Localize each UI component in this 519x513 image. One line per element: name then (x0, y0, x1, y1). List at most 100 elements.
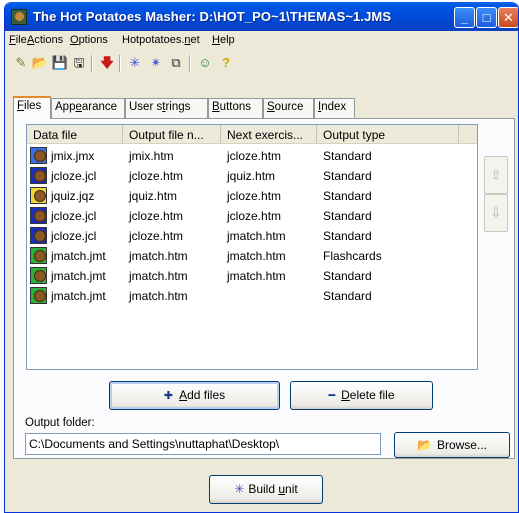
cell-type: Standard (323, 169, 372, 183)
potato-app-icon (11, 9, 27, 25)
table-row[interactable]: jquiz.jqz jquiz.htm jcloze.htm Standard (27, 186, 477, 206)
tab-user-strings[interactable]: User strings (125, 98, 208, 118)
cell-data-file: jcloze.jcl (51, 209, 97, 223)
add-files-button[interactable]: ✚ Add files (109, 381, 280, 410)
copy-icon[interactable]: ⧉ (166, 53, 186, 73)
cell-data-file: jcloze.jcl (51, 169, 97, 183)
close-button[interactable]: ✕ (498, 7, 518, 28)
list-header: Data file Output file n... Next exercis.… (27, 125, 477, 144)
minus-icon: ━ (328, 390, 336, 402)
toolbar-separator (119, 55, 121, 72)
bottom-bar: ✳ Build unit (5, 467, 518, 512)
cell-type: Standard (323, 149, 372, 163)
cell-output-file: jmix.htm (129, 149, 174, 163)
files-tab-panel: Data file Output file n... Next exercis.… (13, 118, 515, 459)
table-row[interactable]: jcloze.jcl jcloze.htm jmatch.htm Standard (27, 226, 477, 246)
browse-button[interactable]: 📂 Browse... (394, 432, 510, 458)
menu-options[interactable]: Options (70, 34, 108, 46)
potato-icon[interactable]: ☺ (195, 53, 215, 73)
cell-type: Standard (323, 209, 372, 223)
table-row[interactable]: jmatch.jmt jmatch.htm Standard (27, 286, 477, 306)
jmatch-file-icon (30, 287, 47, 304)
menu-actions[interactable]: Actions (27, 34, 63, 46)
cell-next: jquiz.htm (227, 169, 276, 183)
cell-output-file: jcloze.htm (129, 169, 184, 183)
menu-help[interactable]: Help (212, 34, 235, 46)
open-folder-icon[interactable]: 📂 (30, 53, 50, 73)
cell-type: Standard (323, 229, 372, 243)
menu-bar: File Actions Options Hotpotatoes.net Hel… (5, 31, 518, 50)
cell-type: Standard (323, 269, 372, 283)
jquiz-file-icon (30, 187, 47, 204)
jcloze-file-icon (30, 227, 47, 244)
app-window: The Hot Potatoes Masher: D:\HOT_PO~1\THE… (4, 2, 519, 513)
cell-output-file: jmatch.htm (129, 269, 188, 283)
table-row[interactable]: jmatch.jmt jmatch.htm jmatch.htm Standard (27, 266, 477, 286)
build-unit-button[interactable]: ✳ Build unit (209, 475, 323, 504)
minimize-button[interactable]: _ (454, 7, 475, 28)
tab-index[interactable]: Index (314, 98, 355, 118)
toolbar-separator (189, 55, 191, 72)
column-header-output-type[interactable]: Output type (317, 125, 459, 143)
save-icon[interactable]: 💾 (50, 53, 70, 73)
cell-data-file: jmix.jmx (51, 149, 95, 163)
cell-data-file: jmatch.jmt (51, 249, 106, 263)
cell-output-file: jmatch.htm (129, 249, 188, 263)
column-header-data-file[interactable]: Data file (27, 125, 123, 143)
menu-file[interactable]: File (9, 34, 27, 46)
net-settings-icon[interactable]: ✴ (146, 53, 166, 73)
cell-next: jcloze.htm (227, 149, 282, 163)
toolbar: ✎ 📂 💾 🖫 🡇 ✳ ✴ ⧉ ☺ ? (5, 50, 518, 76)
move-down-button[interactable]: ⇩ (484, 194, 508, 232)
tab-files[interactable]: Files (13, 96, 51, 119)
help-question-icon[interactable]: ? (216, 53, 236, 73)
output-folder-label: Output folder: (25, 417, 95, 429)
jmatch-file-icon (30, 267, 47, 284)
tab-appearance[interactable]: Appearance (51, 98, 125, 118)
output-folder-field[interactable]: C:\Documents and Settings\nuttaphat\Desk… (25, 433, 381, 455)
save-as-icon[interactable]: 🖫 (69, 53, 89, 73)
title-bar[interactable]: The Hot Potatoes Masher: D:\HOT_PO~1\THE… (5, 2, 518, 31)
cell-next: jmatch.htm (227, 249, 286, 263)
table-row[interactable]: jmatch.jmt jmatch.htm jmatch.htm Flashcards (27, 246, 477, 266)
tab-source[interactable]: Source (263, 98, 314, 118)
cell-type: Flashcards (323, 249, 382, 263)
table-row[interactable]: jcloze.jcl jcloze.htm jquiz.htm Standard (27, 166, 477, 186)
window-title: The Hot Potatoes Masher: D:\HOT_PO~1\THE… (33, 9, 392, 24)
cell-data-file: jmatch.jmt (51, 269, 106, 283)
cell-output-file: jquiz.htm (129, 189, 178, 203)
net-build-icon: ✳ (234, 482, 245, 496)
cell-data-file: jquiz.jqz (51, 189, 95, 203)
table-row[interactable]: jmix.jmx jmix.htm jcloze.htm Standard (27, 146, 477, 166)
jcloze-file-icon (30, 167, 47, 184)
move-up-button[interactable]: ⇧ (484, 156, 508, 194)
maximize-button[interactable]: □ (476, 7, 497, 28)
net-icon[interactable]: ✳ (125, 53, 145, 73)
cell-next: jcloze.htm (227, 189, 282, 203)
red-arrow-down-icon[interactable]: 🡇 (97, 53, 117, 73)
new-file-icon[interactable]: ✎ (11, 53, 31, 73)
column-header-next-exercise[interactable]: Next exercis... (221, 125, 317, 143)
column-header-output-file[interactable]: Output file n... (123, 125, 221, 143)
cell-data-file: jmatch.jmt (51, 289, 106, 303)
delete-file-button[interactable]: ━ Delete file (290, 381, 433, 410)
table-row[interactable]: jcloze.jcl jcloze.htm jcloze.htm Standard (27, 206, 477, 226)
cell-type: Standard (323, 289, 372, 303)
toolbar-separator (91, 55, 93, 72)
cell-type: Standard (323, 189, 372, 203)
jmix-file-icon (30, 147, 47, 164)
add-icon: ✚ (163, 390, 174, 402)
cell-next: jcloze.htm (227, 209, 282, 223)
cell-output-file: jcloze.htm (129, 209, 184, 223)
cell-next: jmatch.htm (227, 229, 286, 243)
jmatch-file-icon (30, 247, 47, 264)
cell-next: jmatch.htm (227, 269, 286, 283)
cell-data-file: jcloze.jcl (51, 229, 97, 243)
tab-buttons[interactable]: Buttons (208, 98, 263, 118)
data-file-list[interactable]: Data file Output file n... Next exercis.… (26, 124, 478, 370)
jcloze-file-icon (30, 207, 47, 224)
folder-icon: 📂 (417, 438, 432, 452)
menu-hotpotatoes-net[interactable]: Hotpotatoes.net (122, 34, 200, 46)
cell-output-file: jmatch.htm (129, 289, 188, 303)
cell-output-file: jcloze.htm (129, 229, 184, 243)
